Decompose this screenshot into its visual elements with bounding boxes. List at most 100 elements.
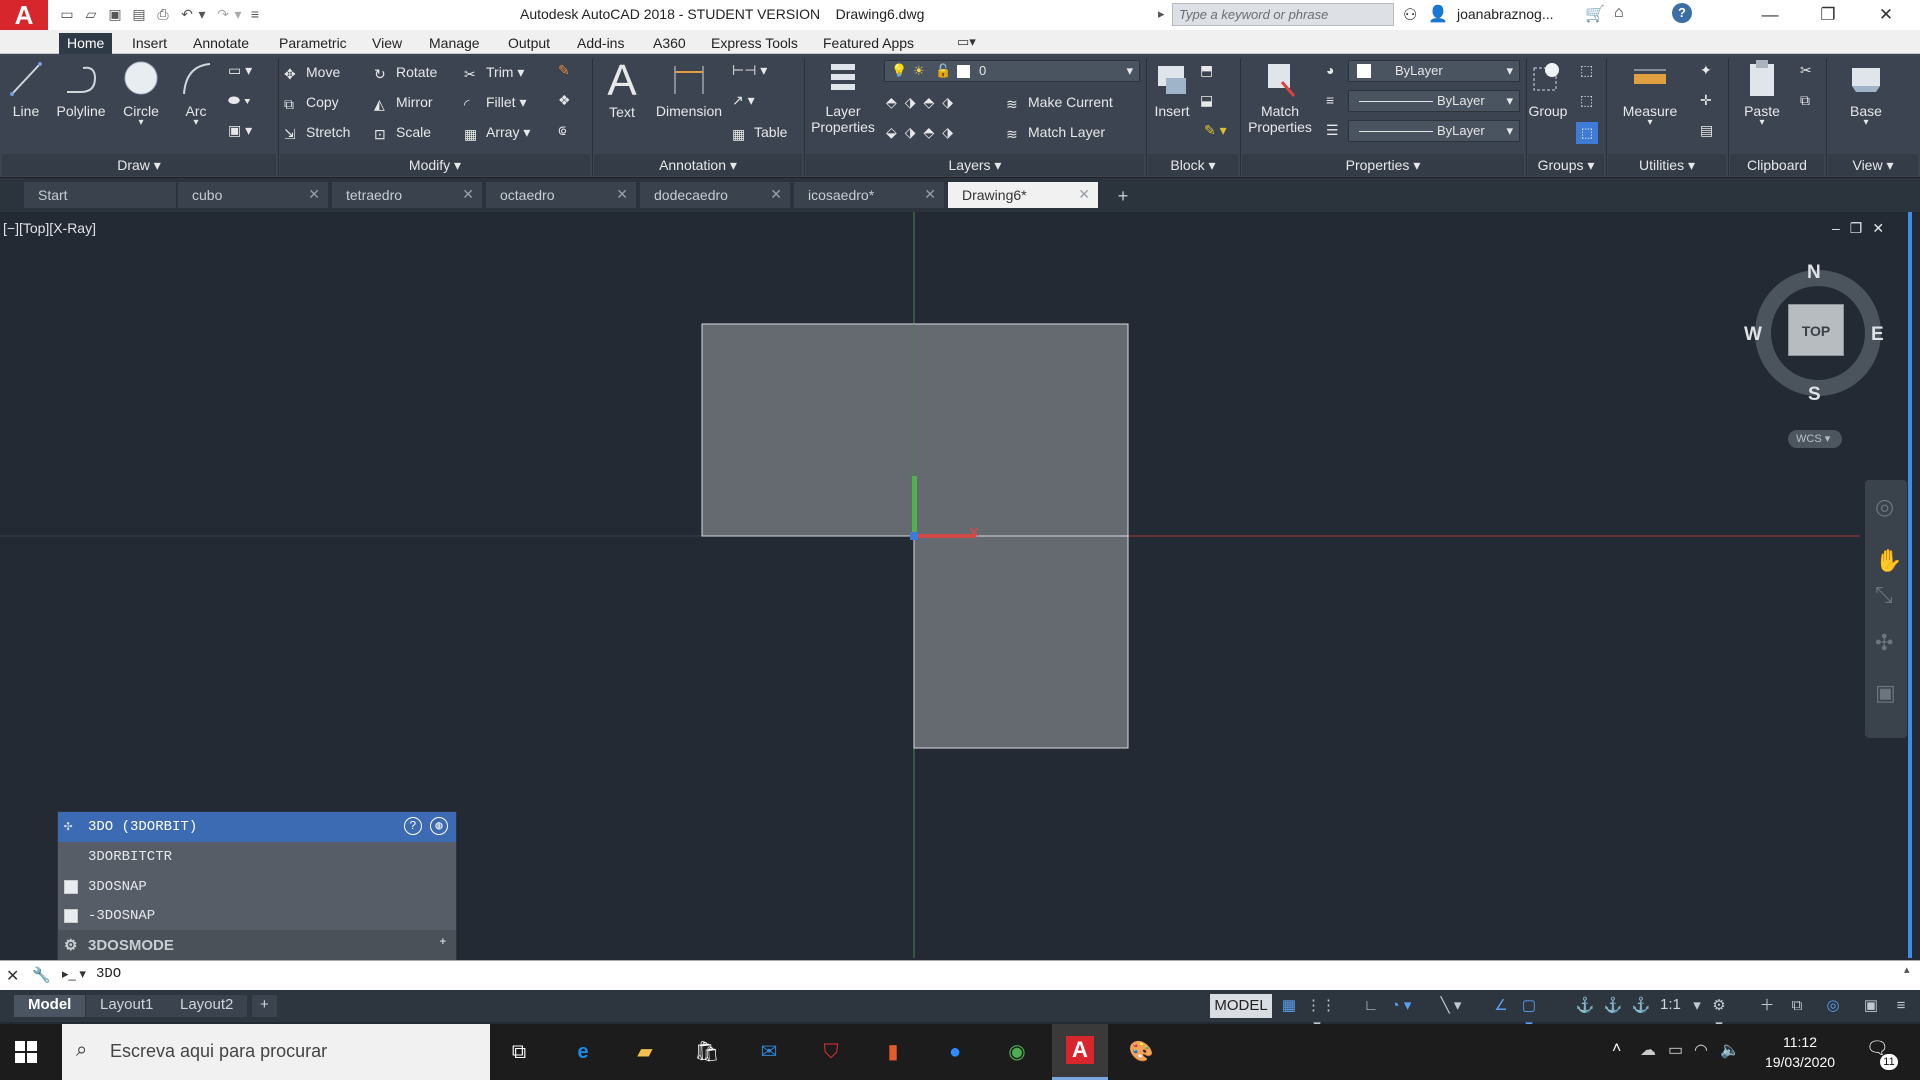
- microsoft-store-icon[interactable]: 🛍: [692, 1038, 722, 1066]
- zoom-extents-icon[interactable]: ⤡: [1875, 582, 1893, 608]
- compass-north[interactable]: N: [1807, 262, 1821, 284]
- customize-toolbar-icon[interactable]: ≡: [246, 6, 264, 22]
- command-prompt-icon[interactable]: ▸_ ▾: [62, 966, 86, 982]
- tab-insert[interactable]: Insert: [124, 33, 175, 54]
- lineweight-dropdown[interactable]: ByLayer ▾: [1348, 120, 1520, 142]
- mcafee-icon[interactable]: ⛉: [816, 1038, 846, 1066]
- doc-tab-icosaedro[interactable]: icosaedro* ✕: [794, 182, 944, 208]
- tab-add-ins[interactable]: Add-ins: [569, 33, 632, 54]
- lineweight-icon[interactable]: ≡: [1326, 92, 1334, 108]
- arc-dropdown-icon[interactable]: ▾: [176, 118, 216, 128]
- layer-properties-button[interactable]: Layer Properties: [808, 58, 878, 135]
- panel-title-utilities[interactable]: Utilities ▾: [1608, 154, 1726, 176]
- tab-home[interactable]: Home: [59, 33, 113, 54]
- steering-wheel-icon[interactable]: ◎: [1875, 494, 1894, 520]
- hatch-icon[interactable]: ⬬ ▾: [228, 92, 251, 109]
- panel-title-layers[interactable]: Layers ▾: [806, 154, 1144, 176]
- minimize-button[interactable]: —: [1748, 2, 1792, 28]
- suggestion-minus-3dosnap[interactable]: -3DOSNAP: [58, 901, 456, 931]
- doc-tab-octaedro[interactable]: octaedro ✕: [486, 182, 636, 208]
- mirror-button[interactable]: ◭ Mirror: [374, 94, 433, 112]
- annotation-scale-icon[interactable]: ⚓: [1630, 996, 1652, 1016]
- chrome-icon[interactable]: ◉: [1002, 1038, 1032, 1066]
- tab-parametric[interactable]: Parametric: [271, 33, 355, 54]
- close-icon[interactable]: ✕: [616, 186, 628, 203]
- cut-icon[interactable]: ✂: [1800, 62, 1812, 79]
- linetype-dropdown[interactable]: ByLayer ▾: [1348, 90, 1520, 112]
- group-button[interactable]: Group: [1528, 58, 1568, 119]
- paint-icon[interactable]: 🎨: [1126, 1038, 1156, 1066]
- edit-block-icon[interactable]: ⬓: [1200, 92, 1213, 109]
- make-current-button[interactable]: ≋ Make Current: [1006, 94, 1113, 112]
- suggestion-3dosnap[interactable]: 3DOSNAP: [58, 872, 456, 902]
- ortho-icon[interactable]: ∟: [1360, 996, 1382, 1016]
- tab-output[interactable]: Output: [500, 33, 558, 54]
- redo-icon[interactable]: ↷: [214, 6, 232, 22]
- a360-icon[interactable]: ⌂: [1614, 4, 1624, 22]
- isolate-objects-icon[interactable]: ⧉: [1786, 996, 1808, 1016]
- trim-button[interactable]: ✂ Trim ▾: [464, 64, 524, 82]
- scale-button[interactable]: ⊡ Scale: [374, 124, 431, 142]
- file-explorer-icon[interactable]: ▰: [630, 1038, 660, 1066]
- viewcube-top-face[interactable]: TOP: [1788, 304, 1844, 356]
- snap-icon[interactable]: ⋮⋮ ▾: [1306, 996, 1336, 1034]
- redo-dropdown-icon[interactable]: ▾: [232, 6, 244, 22]
- layout-tab-model[interactable]: Model: [14, 995, 86, 1017]
- point-icon[interactable]: ✛: [1700, 92, 1712, 109]
- annotation-visibility-icon[interactable]: ⚓: [1574, 996, 1596, 1016]
- tab-manage[interactable]: Manage: [421, 33, 488, 54]
- plus-icon[interactable]: ＋: [1756, 996, 1778, 1016]
- block-attribute-icon[interactable]: ✎ ▾: [1204, 122, 1227, 139]
- office-icon[interactable]: ▮: [878, 1038, 908, 1066]
- base-button[interactable]: Base ▾: [1844, 58, 1888, 128]
- battery-icon[interactable]: ▭: [1668, 1040, 1683, 1060]
- save-icon[interactable]: ▣: [106, 6, 124, 22]
- autocad-taskbar-button[interactable]: A: [1052, 1024, 1108, 1080]
- arc-button[interactable]: Arc ▾: [176, 58, 216, 128]
- command-input[interactable]: 3DO: [96, 966, 121, 982]
- doc-tab-start[interactable]: Start: [24, 182, 176, 208]
- group-edit-icon[interactable]: ⬚: [1580, 92, 1593, 109]
- rectangle-icon[interactable]: ▭ ▾: [228, 62, 252, 79]
- tab-view[interactable]: View: [364, 33, 410, 54]
- clean-screen-icon[interactable]: ▣: [1860, 996, 1882, 1016]
- drawing-viewport[interactable]: [−][Top][X-Ray] –❐✕ N S E W TOP WCS ▾ ◎ …: [0, 212, 1920, 961]
- linetype-icon[interactable]: ☰: [1326, 122, 1339, 139]
- taskbar-search-input[interactable]: ⌕ Escreva aqui para procurar: [62, 1024, 490, 1080]
- layer-dropdown[interactable]: 💡 ☀ 🔓 0 ▾: [884, 60, 1140, 82]
- close-button[interactable]: ✕: [1864, 2, 1908, 28]
- compass-south[interactable]: S: [1808, 384, 1821, 406]
- close-command-icon[interactable]: ✕: [6, 966, 19, 986]
- panel-title-modify[interactable]: Modify ▾: [280, 154, 590, 176]
- doc-tab-dodecaedro[interactable]: dodecaedro ✕: [640, 182, 790, 208]
- layout-tab-layout1[interactable]: Layout1: [86, 995, 168, 1017]
- wifi-icon[interactable]: ◠: [1694, 1040, 1708, 1060]
- command-history-icon[interactable]: ▴: [1904, 963, 1910, 976]
- autocad-logo-button[interactable]: A: [0, 0, 48, 30]
- rotate-button[interactable]: ↻ Rotate: [374, 64, 437, 82]
- globe-icon[interactable]: ◍: [430, 817, 448, 835]
- chevron-down-icon[interactable]: ▾: [1686, 996, 1708, 1016]
- create-block-icon[interactable]: ⬒: [1200, 62, 1213, 79]
- region-icon[interactable]: ▣ ▾: [228, 122, 252, 139]
- panel-title-block[interactable]: Block ▾: [1148, 154, 1238, 176]
- paste-dropdown-icon[interactable]: ▾: [1740, 118, 1784, 128]
- undo-icon[interactable]: ↶: [178, 6, 196, 22]
- tab-express-tools[interactable]: Express Tools: [703, 33, 806, 54]
- compass-east[interactable]: E: [1871, 324, 1884, 346]
- panel-title-groups[interactable]: Groups ▾: [1528, 154, 1604, 176]
- task-view-icon[interactable]: ⧉: [504, 1038, 534, 1066]
- polyline-button[interactable]: Polyline: [50, 58, 112, 119]
- help-icon[interactable]: ?: [1672, 3, 1692, 23]
- restore-button[interactable]: ❐: [1806, 2, 1850, 28]
- binoculars-icon[interactable]: ⚇: [1403, 5, 1417, 25]
- expand-search-icon[interactable]: ▸: [1158, 6, 1165, 22]
- close-icon[interactable]: ✕: [1078, 186, 1090, 203]
- cart-icon[interactable]: 🛒: [1585, 4, 1605, 24]
- print-icon[interactable]: ⎙: [154, 6, 172, 22]
- doc-tab-drawing6[interactable]: Drawing6* ✕: [948, 182, 1098, 208]
- linear-dim-icon[interactable]: ⊢⊣ ▾: [732, 62, 767, 79]
- show-hidden-icons-icon[interactable]: ˄: [1612, 1040, 1621, 1058]
- grid-icon[interactable]: ▦: [1278, 996, 1300, 1016]
- close-icon[interactable]: ✕: [462, 186, 474, 203]
